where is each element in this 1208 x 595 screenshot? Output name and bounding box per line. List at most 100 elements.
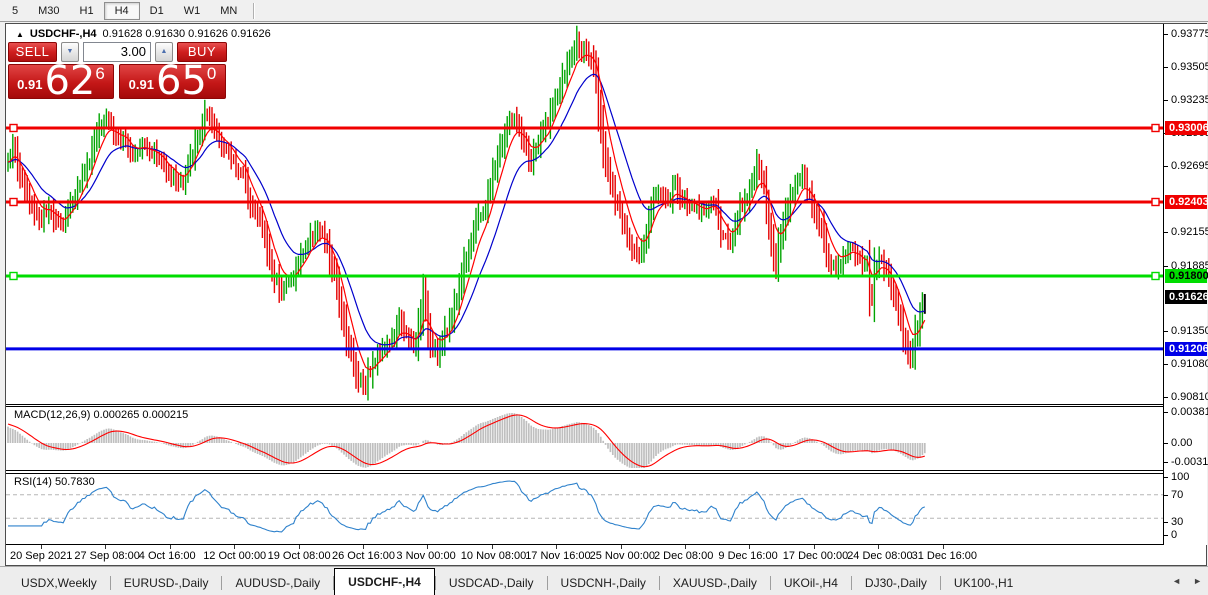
triangle-up-icon: ▲	[161, 48, 168, 55]
sell-price-button[interactable]: 0.91 62 6	[8, 64, 114, 99]
timeframe-button-h4[interactable]: H4	[104, 2, 140, 20]
date-tick	[105, 545, 106, 549]
level-line-handle[interactable]	[10, 199, 17, 206]
macd-scale-label: 0.003811	[1171, 406, 1208, 418]
level-price-badge: 0.91206	[1165, 342, 1207, 356]
current-price-badge: 0.91626	[1165, 290, 1207, 304]
buy-price-prefix: 0.91	[129, 77, 154, 92]
tab-eurusd-daily[interactable]: EURUSD-,Daily	[111, 571, 222, 595]
axis-tick	[1164, 67, 1168, 68]
axis-tick	[1164, 462, 1168, 463]
date-label: 31 Dec 16:00	[912, 550, 977, 562]
timeframe-button-w1[interactable]: W1	[174, 2, 211, 20]
tab-usdchf-h4[interactable]: USDCHF-,H4	[334, 568, 435, 595]
date-tick	[41, 545, 42, 549]
one-click-trade-panel: SELL ▼ ▲ BUY 0.91 62 6 0.91 65 0	[8, 41, 230, 99]
chart-title: ▲ USDCHF-,H4 0.91628 0.91630 0.91626 0.9…	[13, 27, 274, 41]
rsi-plot	[6, 474, 1163, 544]
date-label: 19 Oct 08:00	[268, 550, 331, 562]
level-price-badge: 0.92403	[1165, 195, 1207, 209]
date-axis[interactable]: 20 Sep 202127 Sep 08:004 Oct 16:0012 Oct…	[6, 545, 1206, 565]
timeframe-button-m30[interactable]: M30	[28, 2, 69, 20]
date-tick	[363, 545, 364, 549]
axis-tick	[1164, 535, 1168, 536]
date-tick	[621, 545, 622, 549]
date-tick	[749, 545, 750, 549]
tab-uk100-h1[interactable]: UK100-,H1	[941, 571, 1026, 595]
tab-audusd-daily[interactable]: AUDUSD-,Daily	[222, 571, 333, 595]
axis-price-label: 0.93235	[1171, 94, 1208, 106]
tab-dj30-daily[interactable]: DJ30-,Daily	[852, 571, 940, 595]
date-tick	[234, 545, 235, 549]
axis-tick	[1164, 364, 1168, 365]
date-tick	[427, 545, 428, 549]
buy-price-big-digits: 65	[156, 66, 207, 96]
timeframe-toolbar: 5M30H1H4D1W1MN	[0, 0, 1208, 22]
axis-tick	[1164, 477, 1168, 478]
symbol-tab-strip: USDX,WeeklyEURUSD-,DailyAUDUSD-,DailyUSD…	[0, 566, 1208, 595]
level-line-handle[interactable]	[1152, 199, 1159, 206]
rsi-scale-label: 0	[1171, 529, 1177, 541]
date-tick	[492, 545, 493, 549]
rsi-line	[8, 481, 925, 532]
chart-window[interactable]: ▲ USDCHF-,H4 0.91628 0.91630 0.91626 0.9…	[5, 23, 1207, 566]
date-tick	[299, 545, 300, 549]
slow-ma-line	[8, 74, 925, 345]
date-label: 24 Dec 08:00	[847, 550, 912, 562]
tab-usdcad-daily[interactable]: USDCAD-,Daily	[436, 571, 547, 595]
macd-scale-label: 0.00	[1171, 437, 1192, 449]
level-line-handle[interactable]	[10, 125, 17, 132]
axis-tick	[1164, 232, 1168, 233]
date-label: 17 Nov 16:00	[525, 550, 590, 562]
tab-scroll-left-icon[interactable]: ◄	[1172, 576, 1181, 586]
buy-price-button[interactable]: 0.91 65 0	[119, 64, 226, 99]
date-tick	[556, 545, 557, 549]
macd-panel[interactable]: MACD(12,26,9) 0.000265 0.000215	[6, 406, 1163, 471]
sell-price-pipette: 6	[95, 65, 104, 82]
timeframe-button-5[interactable]: 5	[2, 2, 28, 20]
timeframe-button-mn[interactable]: MN	[210, 2, 247, 20]
axis-tick	[1164, 100, 1168, 101]
date-tick	[878, 545, 879, 549]
date-tick	[943, 545, 944, 549]
level-price-badge: 0.91800	[1165, 269, 1207, 283]
tab-scroll-arrows: ◄ ►	[1172, 576, 1202, 586]
date-label: 17 Dec 00:00	[783, 550, 848, 562]
tab-xauusd-daily[interactable]: XAUUSD-,Daily	[660, 571, 770, 595]
axis-tick	[1164, 443, 1168, 444]
axis-tick	[1164, 331, 1168, 332]
rsi-label: RSI(14) 50.7830	[14, 476, 95, 488]
toolbar-separator	[253, 3, 254, 19]
date-tick	[685, 545, 686, 549]
timeframe-button-d1[interactable]: D1	[140, 2, 174, 20]
level-line-handle[interactable]	[10, 273, 17, 280]
tab-usdcnh-daily[interactable]: USDCNH-,Daily	[548, 571, 659, 595]
level-price-badge: 0.93006	[1165, 121, 1207, 135]
price-axis[interactable]: 0.937750.935050.932350.929650.926950.921…	[1163, 24, 1207, 545]
buy-price-pipette: 0	[207, 65, 216, 82]
level-line-handle[interactable]	[1152, 125, 1159, 132]
chart-symbol-label: USDCHF-,H4	[30, 28, 97, 40]
tab-ukoil-h4[interactable]: UKOil-,H4	[771, 571, 851, 595]
level-line-handle[interactable]	[1152, 273, 1159, 280]
tab-scroll-right-icon[interactable]: ►	[1193, 576, 1202, 586]
panel-divider	[6, 404, 1163, 405]
tab-usdx-weekly[interactable]: USDX,Weekly	[8, 571, 110, 595]
date-label: 25 Nov 00:00	[590, 550, 655, 562]
collapse-arrow-icon[interactable]: ▲	[16, 30, 24, 39]
axis-tick	[1164, 495, 1168, 496]
timeframe-button-h1[interactable]: H1	[70, 2, 104, 20]
rsi-scale-label: 100	[1171, 471, 1189, 483]
date-label: 4 Oct 16:00	[139, 550, 196, 562]
axis-price-label: 0.92695	[1171, 160, 1208, 172]
timeframe-buttons: 5M30H1H4D1W1MN	[2, 2, 247, 20]
fast-ma-line	[8, 55, 925, 370]
axis-tick	[1164, 166, 1168, 167]
date-label: 3 Nov 00:00	[396, 550, 455, 562]
axis-tick	[1164, 266, 1168, 267]
date-label: 2 Dec 08:00	[654, 550, 713, 562]
date-tick	[814, 545, 815, 549]
rsi-panel[interactable]: RSI(14) 50.7830	[6, 473, 1163, 545]
axis-tick	[1164, 34, 1168, 35]
date-label: 12 Oct 00:00	[203, 550, 266, 562]
